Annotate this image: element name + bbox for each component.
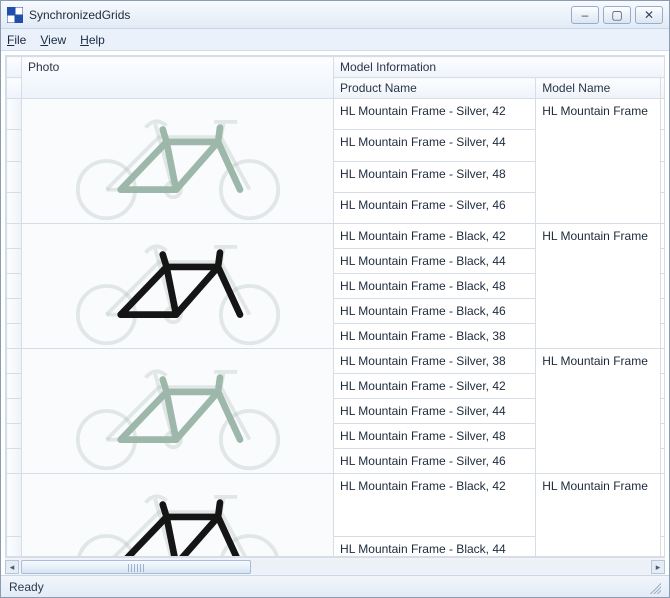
- product-name-cell[interactable]: HL Mountain Frame - Silver, 48: [334, 424, 536, 449]
- product-name-cell[interactable]: HL Mountain Frame - Silver, 42: [334, 374, 536, 399]
- scroll-track[interactable]: [21, 560, 649, 574]
- product-name-cell[interactable]: HL Mountain Frame - Black, 44: [334, 536, 536, 557]
- description-cell[interactable]: [661, 192, 665, 223]
- minimize-button[interactable]: –: [571, 6, 599, 24]
- grid-viewport[interactable]: Photo Model Information Product Name Mod…: [5, 55, 665, 557]
- description-cell[interactable]: [661, 374, 665, 399]
- header-product-name[interactable]: Product Name: [334, 78, 536, 99]
- data-grid: Photo Model Information Product Name Mod…: [6, 56, 665, 557]
- table-row[interactable]: HL Mountain Frame - Silver, 38HL Mountai…: [7, 349, 666, 374]
- description-cell[interactable]: [661, 161, 665, 192]
- table-row[interactable]: HL Mountain Frame - Black, 42HL Mountain…: [7, 474, 666, 537]
- window-title: SynchronizedGrids: [29, 8, 571, 22]
- description-cell[interactable]: [661, 130, 665, 161]
- titlebar[interactable]: SynchronizedGrids – ▢ ✕: [1, 1, 669, 29]
- row-header[interactable]: [7, 474, 22, 537]
- photo-cell: [21, 349, 333, 474]
- content-area: Photo Model Information Product Name Mod…: [1, 51, 669, 575]
- product-name-cell[interactable]: HL Mountain Frame - Silver, 46: [334, 192, 536, 223]
- scroll-right-button[interactable]: ▸: [651, 560, 665, 574]
- description-cell[interactable]: [661, 474, 665, 537]
- description-cell[interactable]: [661, 224, 665, 249]
- description-cell[interactable]: [661, 449, 665, 474]
- product-name-cell[interactable]: HL Mountain Frame - Silver, 44: [334, 399, 536, 424]
- row-header[interactable]: [7, 130, 22, 161]
- resize-grip-icon[interactable]: [647, 580, 661, 594]
- description-cell[interactable]: [661, 399, 665, 424]
- app-icon: [7, 7, 23, 23]
- app-window: SynchronizedGrids – ▢ ✕ File View Help P…: [0, 0, 670, 598]
- model-name-cell[interactable]: HL Mountain Frame: [536, 224, 661, 349]
- row-header[interactable]: [7, 536, 22, 557]
- description-cell[interactable]: [661, 249, 665, 274]
- row-header[interactable]: [7, 274, 22, 299]
- row-header-header[interactable]: [7, 78, 22, 99]
- table-row[interactable]: HL Mountain Frame - Silver, 42HL Mountai…: [7, 99, 666, 130]
- row-header[interactable]: [7, 249, 22, 274]
- scroll-thumb[interactable]: [21, 560, 251, 574]
- description-cell[interactable]: [661, 299, 665, 324]
- scroll-left-button[interactable]: ◂: [5, 560, 19, 574]
- product-name-cell[interactable]: HL Mountain Frame - Black, 44: [334, 249, 536, 274]
- product-name-cell[interactable]: HL Mountain Frame - Silver, 48: [334, 161, 536, 192]
- product-name-cell[interactable]: HL Mountain Frame - Black, 42: [334, 224, 536, 249]
- product-name-cell[interactable]: HL Mountain Frame - Silver, 46: [334, 449, 536, 474]
- bike-image: [53, 474, 303, 557]
- row-header[interactable]: [7, 161, 22, 192]
- row-header[interactable]: [7, 192, 22, 223]
- statusbar: Ready: [1, 575, 669, 597]
- row-header[interactable]: [7, 349, 22, 374]
- corner-header[interactable]: [7, 57, 22, 78]
- row-header[interactable]: [7, 399, 22, 424]
- status-text: Ready: [9, 580, 44, 594]
- product-name-cell[interactable]: HL Mountain Frame - Black, 38: [334, 324, 536, 349]
- header-photo[interactable]: Photo: [21, 57, 333, 99]
- description-cell[interactable]: [661, 424, 665, 449]
- menubar: File View Help: [1, 29, 669, 51]
- model-name-cell[interactable]: HL Mountain Frame: [536, 349, 661, 474]
- row-header[interactable]: [7, 449, 22, 474]
- bike-image: [53, 99, 303, 223]
- horizontal-scrollbar[interactable]: ◂ ▸: [5, 557, 665, 575]
- row-header[interactable]: [7, 424, 22, 449]
- description-cell[interactable]: [661, 536, 665, 557]
- description-cell[interactable]: [661, 274, 665, 299]
- description-cell[interactable]: [661, 99, 665, 130]
- bike-image: [53, 349, 303, 473]
- row-header[interactable]: [7, 374, 22, 399]
- menu-view[interactable]: View: [40, 33, 66, 47]
- photo-cell: [21, 224, 333, 349]
- product-name-cell[interactable]: HL Mountain Frame - Black, 48: [334, 274, 536, 299]
- product-name-cell[interactable]: HL Mountain Frame - Silver, 38: [334, 349, 536, 374]
- description-cell[interactable]: [661, 324, 665, 349]
- bike-image: [53, 224, 303, 348]
- menu-help[interactable]: Help: [80, 33, 105, 47]
- menu-file[interactable]: File: [7, 33, 26, 47]
- product-name-cell[interactable]: HL Mountain Frame - Black, 42: [334, 474, 536, 537]
- photo-cell: [21, 474, 333, 558]
- header-model-info-group[interactable]: Model Information: [334, 57, 665, 78]
- maximize-button[interactable]: ▢: [603, 6, 631, 24]
- table-row[interactable]: HL Mountain Frame - Black, 42HL Mountain…: [7, 224, 666, 249]
- row-header[interactable]: [7, 324, 22, 349]
- product-name-cell[interactable]: HL Mountain Frame - Black, 46: [334, 299, 536, 324]
- product-name-cell[interactable]: HL Mountain Frame - Silver, 44: [334, 130, 536, 161]
- model-name-cell[interactable]: HL Mountain Frame: [536, 474, 661, 558]
- header-description[interactable]: Description: [661, 78, 665, 99]
- description-cell[interactable]: [661, 349, 665, 374]
- row-header[interactable]: [7, 224, 22, 249]
- row-header[interactable]: [7, 299, 22, 324]
- photo-cell: [21, 99, 333, 224]
- close-button[interactable]: ✕: [635, 6, 663, 24]
- product-name-cell[interactable]: HL Mountain Frame - Silver, 42: [334, 99, 536, 130]
- header-model-name[interactable]: Model Name: [536, 78, 661, 99]
- row-header[interactable]: [7, 99, 22, 130]
- model-name-cell[interactable]: HL Mountain Frame: [536, 99, 661, 224]
